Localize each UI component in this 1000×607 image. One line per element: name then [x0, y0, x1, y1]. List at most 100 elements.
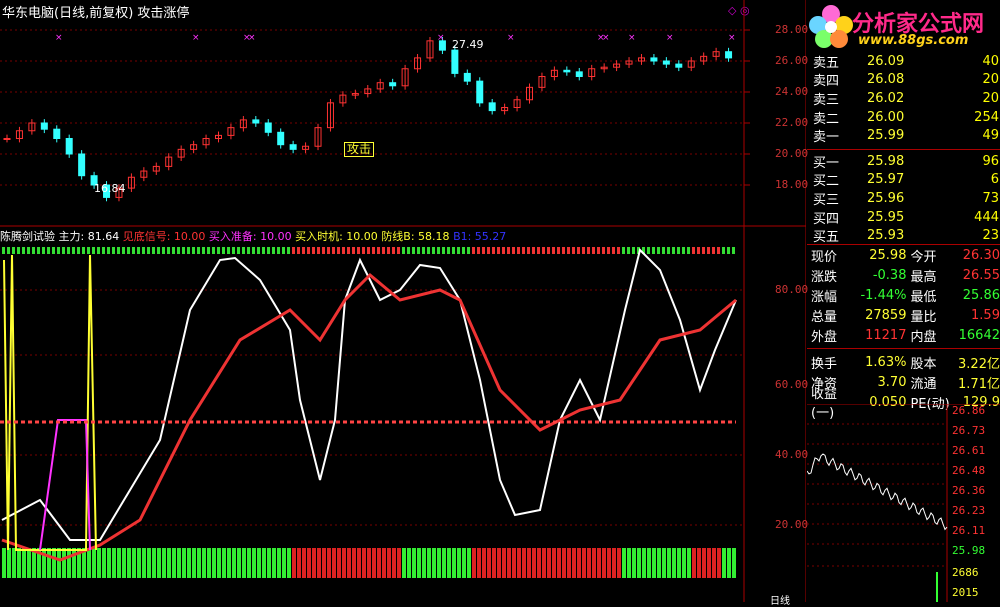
bottom-strip-bar: [422, 548, 426, 578]
bottom-strip-bar: [507, 548, 511, 578]
top-strip-bar: [332, 247, 335, 254]
top-strip-bar: [72, 247, 75, 254]
top-strip-bar: [227, 247, 230, 254]
stat-label: 量比: [910, 309, 937, 325]
top-strip-bar: [542, 247, 545, 254]
top-strip-bar: [192, 247, 195, 254]
top-strip-bar: [487, 247, 490, 254]
top-strip-bar: [617, 247, 620, 254]
bottom-strip-bar: [592, 548, 596, 578]
bottom-strip-bar: [492, 548, 496, 578]
stat-label: 涨跌: [811, 269, 838, 285]
top-markers: × × ×× × × ×× × × ×: [55, 33, 736, 43]
top-strip-bar: [17, 247, 20, 254]
bottom-strip-bar: [117, 548, 121, 578]
top-strip-bar: [137, 247, 140, 254]
top-strip-bar: [107, 247, 110, 254]
bottom-strip-bar: [632, 548, 636, 578]
top-strip-bar: [172, 247, 175, 254]
bottom-strip-bar: [327, 548, 331, 578]
top-strip-bar: [317, 247, 320, 254]
bottom-strip-bar: [7, 548, 11, 578]
top-strip-bar: [157, 247, 160, 254]
bottom-strip-bar: [102, 548, 106, 578]
top-strip-bar: [592, 247, 595, 254]
bottom-strip-bar: [227, 548, 231, 578]
bottom-strip-bar: [252, 548, 256, 578]
top-strip-bar: [162, 247, 165, 254]
bottom-strip-bar: [287, 548, 291, 578]
top-strip-bar: [297, 247, 300, 254]
order-row: 卖四 26.08 20: [813, 72, 999, 90]
chart-canvas: × × ×× × × ×× × × ×: [0, 0, 806, 602]
stat-value: 1.59: [971, 307, 1000, 323]
indicator-defense: 防线B: 58.18: [381, 230, 450, 243]
bottom-strip-bar: [517, 548, 521, 578]
top-strip-bar: [372, 247, 375, 254]
stat-label: 内盘: [910, 329, 937, 345]
mini-axis-tick: 2686: [952, 566, 979, 579]
bottom-strip-bar: [132, 548, 136, 578]
order-row: 买二 25.97 6: [813, 172, 999, 190]
signal-marker: ×: [628, 33, 636, 43]
mini-axis-tick: 26.11: [952, 524, 986, 537]
top-strip-bar: [147, 247, 150, 254]
top-strip-bar: [277, 247, 280, 254]
bottom-strip-bar: [242, 548, 246, 578]
top-strip-bar: [222, 247, 225, 254]
top-strip-bar: [547, 247, 550, 254]
top-strip-bar: [247, 247, 250, 254]
bottom-strip-bar: [197, 548, 201, 578]
bottom-strip-bar: [67, 548, 71, 578]
signal-marker: ×: [666, 33, 674, 43]
mini-axis-tick: 26.73: [952, 424, 986, 437]
bottom-strip-bar: [452, 548, 456, 578]
top-strip-bar: [672, 247, 675, 254]
order-row: 买五 25.93 23: [813, 228, 999, 246]
signal-marker: ×: [55, 33, 63, 43]
top-strip-bar: [502, 247, 505, 254]
stat-row: 换手 1.63% 股本 3.22亿: [807, 352, 1000, 372]
indicator-b1: B1: 55.27: [453, 230, 507, 243]
bottom-strip-bar: [687, 548, 691, 578]
bottom-strip-bar: [212, 548, 216, 578]
top-strip-bar: [237, 247, 240, 254]
top-strip-bar: [382, 247, 385, 254]
bottom-strip-bar: [292, 548, 296, 578]
bottom-strip-bar: [402, 548, 406, 578]
top-strip-bar: [682, 247, 685, 254]
top-strip-bar: [22, 247, 25, 254]
bottom-strip-bar: [272, 548, 276, 578]
top-strip-bar: [32, 247, 35, 254]
indicator-bottom: 见底信号: 10.00: [122, 230, 206, 243]
candle-body: [65, 138, 73, 155]
stat-value: 3.22亿: [958, 356, 1000, 372]
order-row: 买三 25.96 73: [813, 190, 999, 208]
top-strip-bar: [552, 247, 555, 254]
indicator-buy-time: 买入时机: 10.00: [295, 230, 378, 243]
bottom-strip-bar: [427, 548, 431, 578]
mini-axis-tick: 26.48: [952, 464, 986, 477]
top-strip-bar: [92, 247, 95, 254]
stats-block: 现价 25.98 今开 26.30 涨跌 -0.38 最高 26.55 涨幅 -1.44% 最低 25…: [807, 244, 1000, 421]
top-strip-bar: [452, 247, 455, 254]
bottom-strip-bar: [17, 548, 21, 578]
top-strip-bar: [367, 247, 370, 254]
bottom-strip-bar: [382, 548, 386, 578]
bottom-strip-bar: [167, 548, 171, 578]
bottom-strip-bar: [702, 548, 706, 578]
top-strip-bar: [612, 247, 615, 254]
candle-body: [53, 128, 61, 139]
mini-axis-tick: 26.36: [952, 484, 986, 497]
top-strip-bar: [447, 247, 450, 254]
top-strip-bar: [437, 247, 440, 254]
bottom-strip-bar: [282, 548, 286, 578]
top-strip-bar: [562, 247, 565, 254]
order-row: 卖五 26.09 40: [813, 53, 999, 71]
top-strip-bar: [417, 247, 420, 254]
top-strip-bar: [142, 247, 145, 254]
top-strip-bar: [632, 247, 635, 254]
candle-body: [289, 144, 297, 150]
stat-label: 股本: [910, 356, 937, 372]
candle-body: [476, 80, 484, 104]
